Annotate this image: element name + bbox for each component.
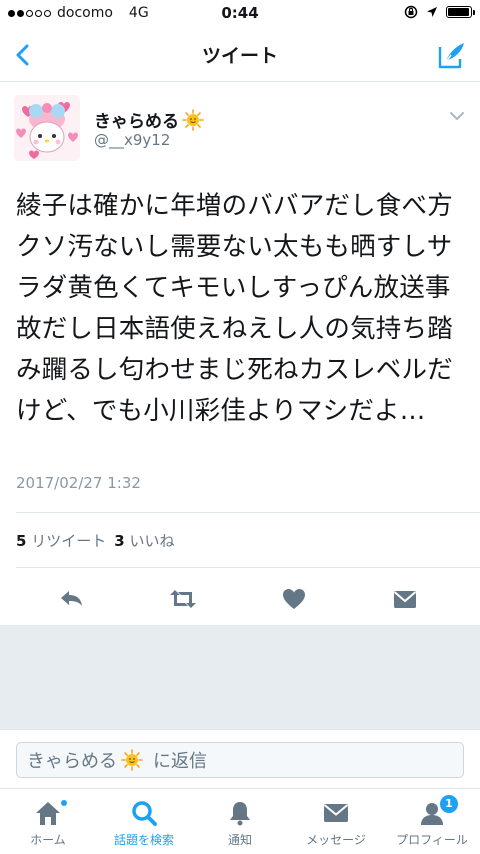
compose-tweet-button[interactable] bbox=[436, 39, 468, 71]
retweet-icon bbox=[170, 590, 196, 608]
reply-input[interactable]: きゃらめる に返信 bbox=[16, 742, 464, 778]
tweet-header: きゃらめる @__x9y12 bbox=[14, 95, 466, 165]
retweet-label: リツイート bbox=[31, 532, 107, 550]
user-name-text: きゃらめる bbox=[94, 112, 179, 132]
retweet-button[interactable] bbox=[167, 584, 197, 614]
envelope-icon bbox=[323, 804, 349, 822]
bell-icon bbox=[230, 802, 250, 826]
status-bar: docomo 4G 0:44 bbox=[0, 0, 480, 28]
tab-bar: ホーム 話題を検索 通知 メッセージ 1 プロフィール bbox=[0, 788, 480, 854]
reply-target-name: きゃらめる bbox=[27, 751, 117, 772]
reply-icon bbox=[61, 591, 82, 606]
tab-home-label: ホーム bbox=[30, 833, 66, 847]
heart-icon bbox=[283, 589, 305, 609]
direct-message-button[interactable] bbox=[390, 584, 420, 614]
empty-replies-area bbox=[0, 625, 480, 729]
retweet-stat[interactable]: 5 リツイート bbox=[16, 530, 106, 551]
like-label: いいね bbox=[129, 532, 175, 550]
compose-tweet-icon bbox=[438, 43, 464, 69]
tab-search[interactable]: 話題を検索 bbox=[96, 789, 192, 854]
divider bbox=[16, 512, 480, 513]
user-handle[interactable]: @__x9y12 bbox=[94, 131, 170, 149]
like-stat[interactable]: 3 いいね bbox=[114, 530, 174, 551]
tweet-stats: 5 リツイート 3 いいね bbox=[16, 530, 174, 551]
retweet-count: 5 bbox=[16, 532, 27, 550]
tweet-actions bbox=[0, 580, 480, 616]
tab-messages-label: メッセージ bbox=[306, 833, 366, 847]
location-arrow-icon bbox=[427, 7, 437, 17]
navigation-bar: ツイート bbox=[0, 28, 480, 82]
search-icon bbox=[132, 801, 157, 826]
tab-profile[interactable]: 1 プロフィール bbox=[384, 789, 480, 854]
profile-badge: 1 bbox=[440, 795, 458, 813]
tab-notifications[interactable]: 通知 bbox=[192, 789, 288, 854]
envelope-icon bbox=[393, 591, 417, 608]
status-icons bbox=[404, 5, 475, 19]
reply-suffix: に返信 bbox=[153, 751, 207, 772]
tweet-text: 綾子は確かに年増のババアだし食べ方クソ汚ないし需要ない太もも晒すしサラダ黄色くて… bbox=[16, 191, 453, 426]
tab-notifications-label: 通知 bbox=[227, 833, 252, 847]
like-button[interactable] bbox=[279, 584, 309, 614]
tab-search-label: 話題を検索 bbox=[113, 833, 174, 847]
avatar[interactable] bbox=[14, 95, 80, 161]
user-name[interactable]: きゃらめる bbox=[94, 107, 204, 132]
reply-button[interactable] bbox=[57, 584, 87, 614]
page-title: ツイート bbox=[201, 45, 278, 67]
like-count: 3 bbox=[114, 532, 125, 550]
home-icon bbox=[36, 802, 60, 825]
tweet-menu-button[interactable] bbox=[448, 107, 466, 125]
sun-emoji-icon bbox=[121, 749, 143, 771]
battery-icon bbox=[446, 6, 475, 18]
sun-emoji-icon bbox=[182, 108, 204, 131]
reply-composer: きゃらめる に返信 bbox=[0, 729, 480, 783]
tab-profile-label: プロフィール bbox=[396, 833, 468, 847]
tab-home[interactable]: ホーム bbox=[0, 789, 96, 854]
avatar-image bbox=[14, 95, 80, 161]
orientation-lock-icon bbox=[404, 5, 418, 19]
divider bbox=[16, 567, 480, 568]
tweet-timestamp: 2017/02/27 1:32 bbox=[16, 474, 141, 492]
chevron-down-icon bbox=[450, 112, 464, 120]
tab-messages[interactable]: メッセージ bbox=[288, 789, 384, 854]
new-tweets-indicator bbox=[60, 799, 68, 807]
